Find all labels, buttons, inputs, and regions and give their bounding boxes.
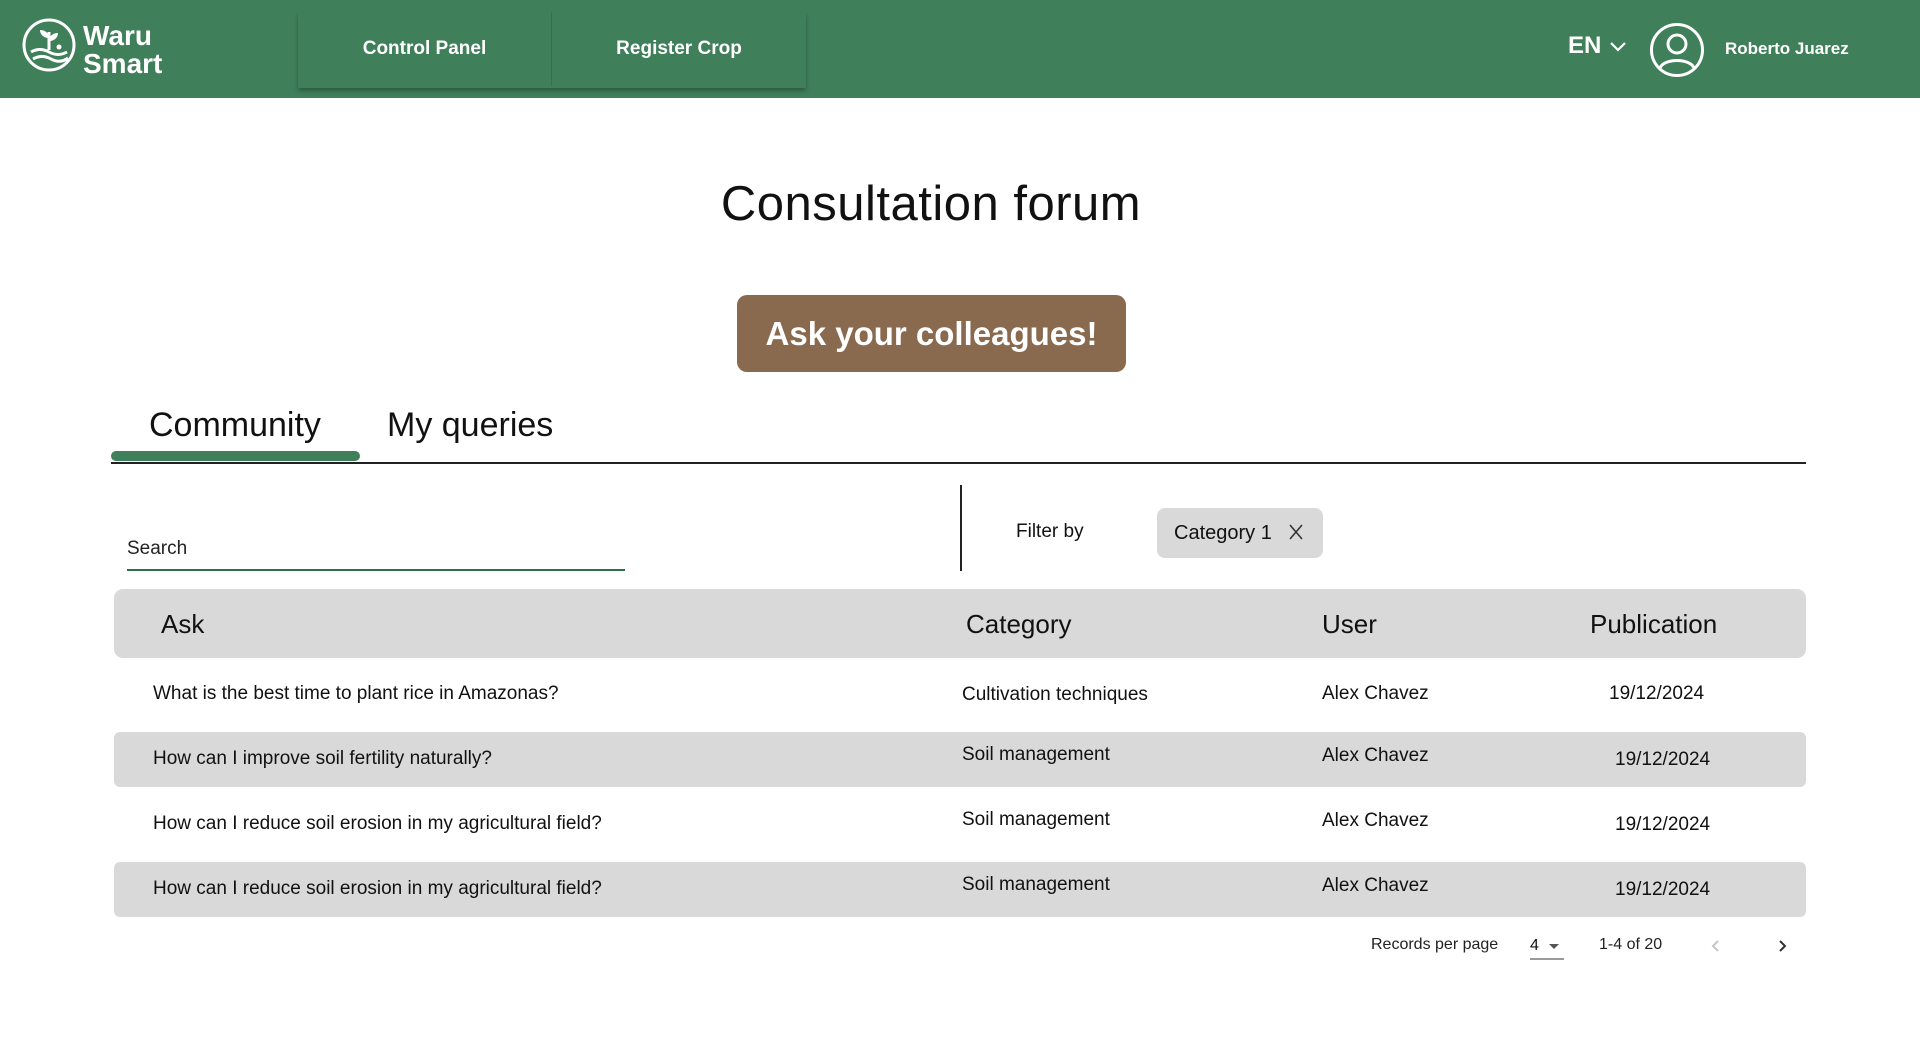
close-icon[interactable] (1288, 524, 1304, 540)
next-page-icon[interactable] (1770, 934, 1794, 958)
pagination-range: 1-4 of 20 (1599, 936, 1663, 953)
table-row[interactable]: How can I improve soil fertility natural… (114, 732, 1806, 787)
previous-page-icon[interactable] (1704, 934, 1728, 958)
row-user: Alex Chavez (1322, 875, 1429, 896)
row-user: Alex Chavez (1322, 745, 1429, 766)
column-header-user[interactable]: User (1322, 609, 1377, 640)
row-ask[interactable]: How can I reduce soil erosion in my agri… (153, 878, 602, 900)
row-ask[interactable]: How can I reduce soil erosion in my agri… (153, 813, 602, 835)
caret-down-icon (1549, 944, 1559, 949)
row-category: Soil management (962, 744, 1110, 765)
row-publication: 19/12/2024 (1615, 814, 1711, 835)
records-per-page-value: 4 (1530, 937, 1539, 954)
column-header-ask[interactable]: Ask (161, 609, 204, 640)
row-user: Alex Chavez (1322, 810, 1429, 831)
logo-text-line1: Waru (83, 20, 152, 51)
table-row[interactable]: How can I reduce soil erosion in my agri… (114, 797, 1806, 852)
waru-smart-logo[interactable]: Waru Smart (22, 16, 182, 78)
row-category: Soil management (962, 874, 1110, 895)
user-name[interactable]: Roberto Juarez (1725, 39, 1849, 59)
vertical-divider (960, 485, 962, 571)
user-avatar-icon[interactable] (1649, 22, 1705, 78)
language-selector[interactable]: EN (1568, 32, 1627, 60)
main-nav: Control Panel Register Crop (298, 12, 806, 88)
row-category: Soil management (962, 809, 1110, 830)
filter-chip-label: Category 1 (1174, 521, 1272, 544)
table-row[interactable]: How can I reduce soil erosion in my agri… (114, 862, 1806, 917)
filter-chip-category[interactable]: Category 1 (1157, 508, 1323, 558)
records-per-page-select[interactable]: 4 (1530, 934, 1564, 960)
column-header-publication[interactable]: Publication (1590, 609, 1717, 640)
active-tab-indicator (111, 451, 360, 461)
row-publication: 19/12/2024 (1615, 749, 1711, 770)
filter-label: Filter by (1016, 521, 1084, 542)
table-header: Ask Category User Publication (114, 589, 1806, 658)
ask-colleagues-button[interactable]: Ask your colleagues! (737, 295, 1126, 372)
nav-register-crop[interactable]: Register Crop (552, 12, 806, 86)
row-ask[interactable]: What is the best time to plant rice in A… (153, 683, 559, 705)
logo-text-line2: Smart (83, 48, 163, 79)
logo-wordmark: Waru Smart (83, 22, 162, 78)
questions-table: Ask Category User Publication What is th… (114, 589, 1806, 917)
column-header-category[interactable]: Category (966, 609, 1072, 640)
search-input[interactable] (127, 520, 625, 569)
language-code: EN (1568, 32, 1602, 59)
top-navigation-bar: Waru Smart Control Panel Register Crop E… (0, 0, 1920, 98)
row-publication: 19/12/2024 (1609, 683, 1705, 704)
chevron-down-icon (1610, 42, 1627, 52)
row-ask[interactable]: How can I improve soil fertility natural… (153, 748, 492, 770)
table-row[interactable]: What is the best time to plant rice in A… (114, 669, 1806, 724)
forum-tabs: Community My queries (111, 400, 1806, 464)
row-user: Alex Chavez (1322, 683, 1429, 704)
records-per-page-label: Records per page (1371, 936, 1499, 953)
page-title: Consultation forum (720, 177, 1142, 231)
nav-control-panel[interactable]: Control Panel (298, 12, 552, 86)
tab-community[interactable]: Community (149, 406, 321, 445)
row-publication: 19/12/2024 (1615, 879, 1711, 900)
search-field (127, 520, 625, 571)
tab-my-queries[interactable]: My queries (387, 406, 553, 445)
logo-plant-icon (22, 18, 76, 72)
row-category: Cultivation techniques (962, 684, 1148, 705)
